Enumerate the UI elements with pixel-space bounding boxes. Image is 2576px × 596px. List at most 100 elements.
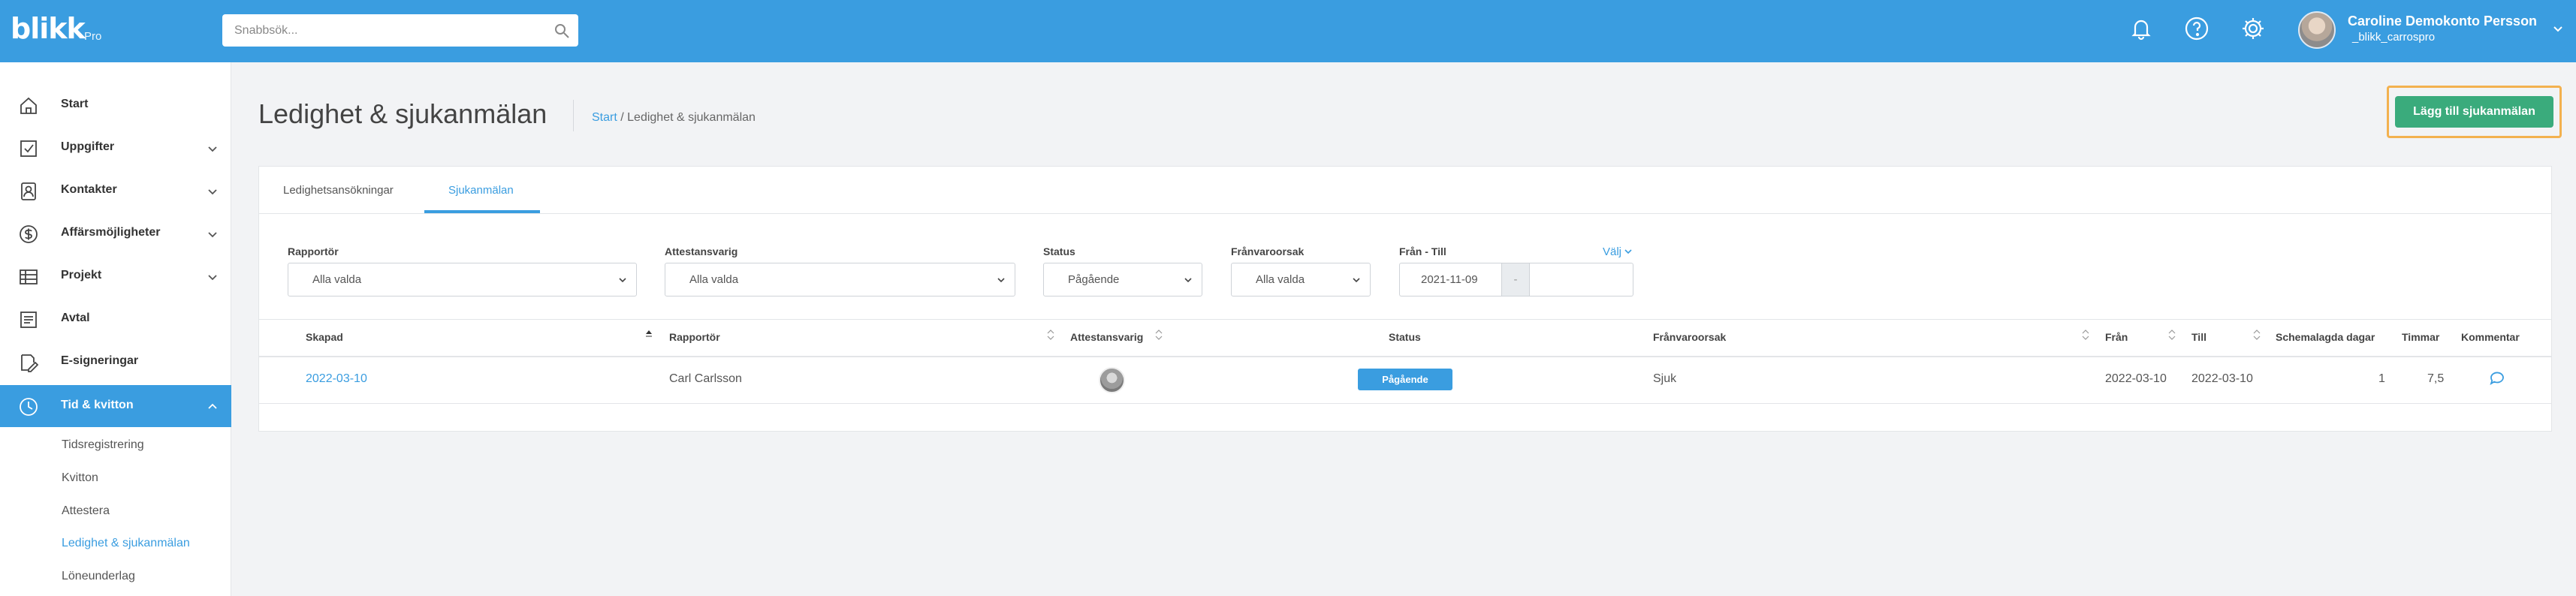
gear-icon[interactable] — [2239, 14, 2267, 43]
tab-divider — [259, 213, 2551, 214]
sidebar-subitem-kvitton[interactable]: Kvitton — [62, 471, 98, 485]
sidebar-item-kontakter[interactable]: Kontakter — [0, 170, 231, 212]
sidebar-item-uppgifter[interactable]: Uppgifter — [0, 127, 231, 169]
date-from-value: 2021-11-09 — [1421, 273, 1478, 286]
sidebar-item-e-signeringar[interactable]: E-signeringar — [0, 341, 231, 383]
avatar — [1099, 367, 1125, 393]
date-separator: - — [1501, 263, 1530, 296]
column-header-fran[interactable]: Från — [2105, 331, 2128, 343]
sort-icon[interactable] — [1046, 327, 1055, 342]
bell-icon[interactable] — [2127, 14, 2155, 43]
home-icon — [20, 97, 37, 114]
column-header-status[interactable]: Status — [1389, 331, 1421, 343]
chevron-down-icon[interactable] — [207, 186, 218, 197]
chevron-down-icon — [1184, 278, 1192, 283]
cell-reason: Sjuk — [1653, 372, 1677, 385]
search-icon[interactable] — [553, 22, 571, 40]
app-logo[interactable]: blikk — [11, 12, 86, 45]
column-header-kommentar[interactable]: Kommentar — [2461, 331, 2520, 343]
sidebar: Start Uppgifter Kontakter Affärsmöjlighe… — [0, 62, 231, 596]
sort-icon[interactable] — [2252, 327, 2261, 342]
filter-label-date: Från - Till — [1399, 245, 1446, 257]
cell-created[interactable]: 2022-03-10 — [306, 372, 367, 386]
filter-label-status: Status — [1043, 245, 1075, 257]
column-header-schemalagda-dagar[interactable]: Schemalagda dagar — [2276, 331, 2375, 343]
sort-asc-icon[interactable] — [644, 327, 653, 342]
chevron-down-icon[interactable] — [207, 272, 218, 282]
sidebar-item-affarsmojligheter[interactable]: Affärsmöjligheter — [0, 212, 231, 254]
approver-select[interactable]: Alla valda — [665, 263, 1015, 296]
sidebar-item-start[interactable]: Start — [0, 84, 231, 126]
chevron-down-icon — [997, 278, 1005, 283]
column-header-till[interactable]: Till — [2191, 331, 2206, 343]
breadcrumb-start-link[interactable]: Start — [592, 111, 617, 124]
user-name[interactable]: Caroline Demokonto Persson — [2348, 14, 2537, 29]
sidebar-item-avtal[interactable]: Avtal — [0, 298, 231, 340]
search-input[interactable]: Snabbsök... — [222, 14, 578, 47]
column-header-attestansvarig[interactable]: Attestansvarig — [1070, 331, 1143, 343]
reason-select[interactable]: Alla valda — [1231, 263, 1371, 296]
dollar-icon — [20, 225, 38, 243]
add-sick-report-button[interactable]: Lägg till sjukanmälan — [2395, 96, 2553, 128]
page-title: Ledighet & sjukanmälan — [258, 98, 547, 129]
help-icon[interactable] — [2182, 14, 2211, 43]
filter-label-reporter: Rapportör — [288, 245, 339, 257]
sidebar-subitem-loneunderlag[interactable]: Löneunderlag — [62, 570, 135, 583]
sidebar-subitem-tidsregistrering[interactable]: Tidsregistrering — [62, 438, 144, 452]
cell-reporter: Carl Carlsson — [669, 372, 742, 385]
user-username: _blikk_carrospro — [2352, 31, 2436, 44]
table-row-border — [259, 403, 2551, 404]
approver-select-value: Alla valda — [689, 273, 739, 286]
sort-icon[interactable] — [1154, 327, 1163, 342]
checkbox-icon — [20, 140, 37, 157]
sidebar-item-label: Uppgifter — [61, 140, 115, 153]
tab-sjukanmalan[interactable]: Sjukanmälan — [448, 184, 514, 197]
chevron-down-icon[interactable] — [207, 229, 218, 239]
column-header-timmar[interactable]: Timmar — [2402, 331, 2439, 343]
chevron-down-icon[interactable] — [207, 143, 218, 154]
filter-label-reason: Frånvaroorsak — [1231, 245, 1305, 257]
chevron-up-icon[interactable] — [207, 402, 218, 412]
reason-select-value: Alla valda — [1256, 273, 1305, 286]
reporter-select[interactable]: Alla valda — [288, 263, 637, 296]
date-from-input[interactable]: 2021-11-09 — [1399, 263, 1501, 296]
status-select-value: Pågående — [1068, 273, 1120, 286]
cell-hours: 7,5 — [2427, 372, 2445, 385]
sidebar-item-tid-kvitton[interactable]: Tid & kvitton — [0, 385, 231, 427]
tab-ledighetsansokningar[interactable]: Ledighetsansökningar — [283, 184, 394, 197]
sidebar-subitem-attestera[interactable]: Attestera — [62, 504, 110, 518]
content-card: Ledighetsansökningar Sjukanmälan Rapport… — [258, 166, 2552, 432]
sidebar-item-label: Projekt — [61, 269, 102, 281]
app-logo-sub: Pro — [84, 30, 102, 43]
search-placeholder: Snabbsök... — [234, 24, 298, 37]
column-header-skapad[interactable]: Skapad — [306, 331, 343, 343]
breadcrumb-separator: / — [617, 111, 628, 124]
chevron-down-icon — [619, 278, 626, 283]
cell-days: 1 — [2378, 372, 2385, 385]
date-to-input[interactable] — [1530, 263, 1633, 296]
sidebar-item-label: E-signeringar — [61, 354, 139, 367]
sort-icon[interactable] — [2081, 327, 2090, 342]
sort-icon[interactable] — [2167, 327, 2176, 342]
column-header-franvaroorsak[interactable]: Frånvaroorsak — [1653, 331, 1726, 343]
document-icon — [20, 312, 37, 328]
chevron-down-icon — [1353, 278, 1360, 283]
sidebar-subitem-ledighet[interactable]: Ledighet & sjukanmälan — [62, 537, 190, 550]
status-badge: Pågående — [1358, 369, 1452, 390]
avatar[interactable] — [2298, 11, 2336, 49]
choose-date-label: Välj — [1603, 245, 1622, 258]
top-bar: blikk Pro Snabbsök... Caroline Demokonto… — [0, 0, 2576, 62]
choose-date-link[interactable]: Välj — [1603, 245, 1632, 258]
chevron-down-icon[interactable] — [2552, 23, 2564, 35]
sidebar-item-projekt[interactable]: Projekt — [0, 255, 231, 297]
breadcrumb-current: Ledighet & sjukanmälan — [627, 111, 756, 124]
contact-icon — [21, 182, 36, 200]
cell-to: 2022-03-10 — [2191, 372, 2253, 385]
table-icon — [20, 269, 38, 284]
comment-icon[interactable] — [2488, 369, 2506, 387]
sidebar-item-label: Avtal — [61, 312, 90, 324]
column-header-rapportor[interactable]: Rapportör — [669, 331, 720, 343]
signature-icon — [21, 354, 39, 372]
sidebar-item-label: Affärsmöjligheter — [61, 226, 161, 239]
status-select[interactable]: Pågående — [1043, 263, 1202, 296]
